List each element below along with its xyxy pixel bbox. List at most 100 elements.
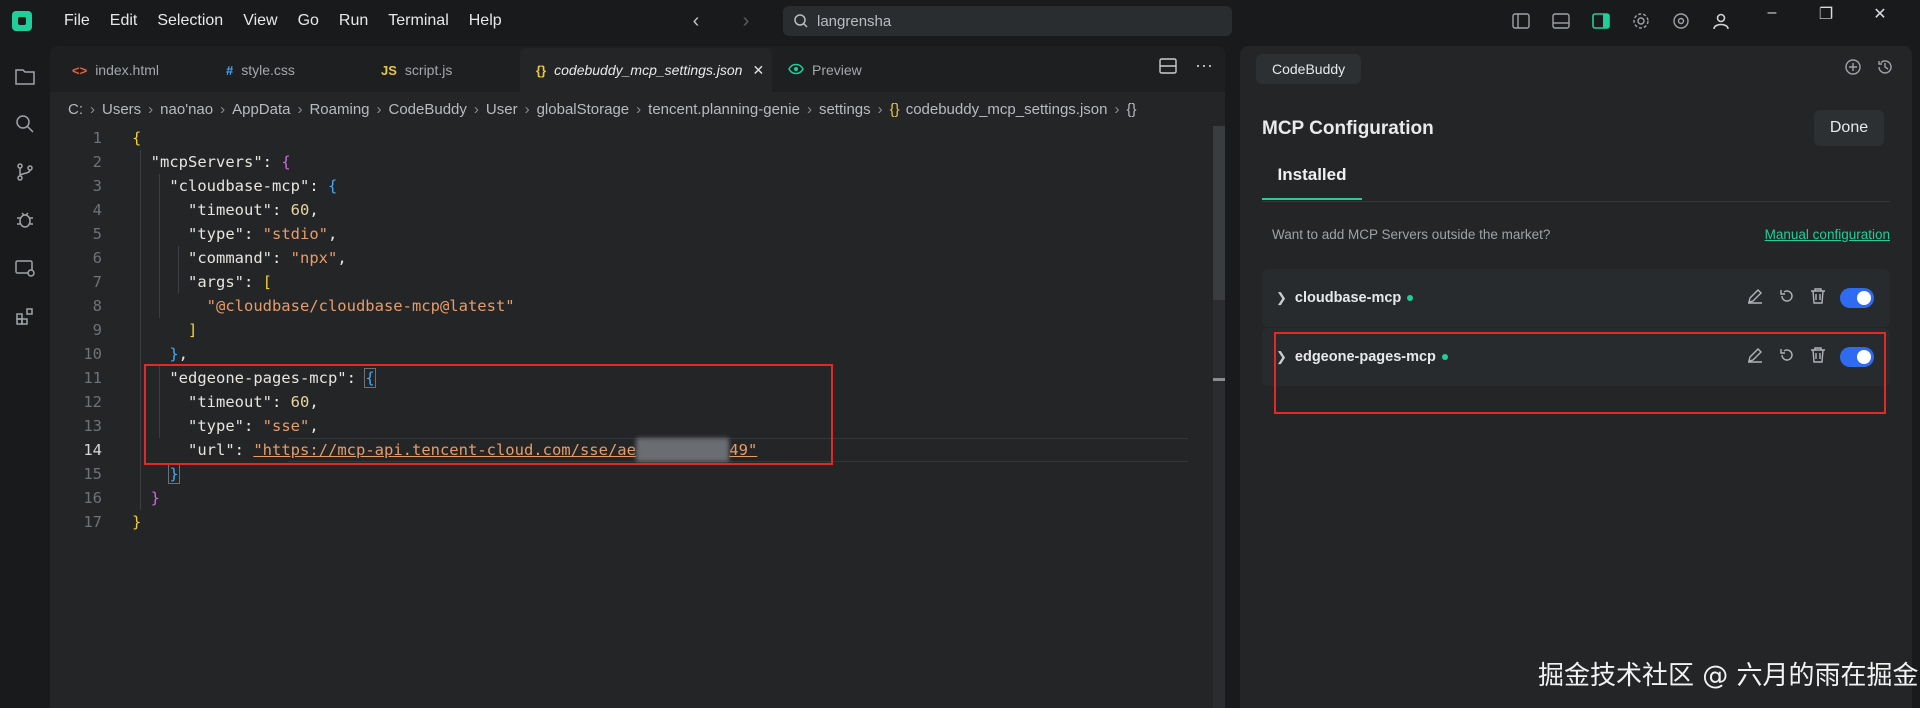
status-dot [1407, 295, 1414, 301]
toggle-secondary-sidebar-icon[interactable] [1590, 10, 1612, 32]
breadcrumb-item[interactable]: Users [102, 101, 141, 118]
page-title: MCP Configuration [1262, 118, 1434, 139]
watermark: 掘金技术社区 @ 六月的雨在掘金 [1538, 661, 1919, 691]
restart-icon[interactable] [1778, 287, 1796, 309]
code-line: 6 "command": "npx", [92, 249, 347, 267]
editor-scrollbar[interactable] [1213, 126, 1225, 708]
search-sidebar-icon[interactable] [0, 100, 50, 148]
more-actions-icon[interactable]: ··· [1195, 56, 1213, 78]
settings-gear-icon[interactable] [1630, 10, 1652, 32]
highlight-box-edgeone-server [1274, 332, 1886, 414]
code-line: 4 "timeout": 60, [92, 201, 319, 219]
breadcrumb-item[interactable]: CodeBuddy [389, 101, 467, 118]
tab-divider [1262, 201, 1890, 202]
code-line: 5 "type": "stdio", [92, 225, 338, 243]
history-icon[interactable] [1876, 58, 1894, 80]
tab-label: script.js [404, 62, 453, 78]
extensions-icon[interactable] [0, 292, 50, 340]
highlight-box-edgeone-config [144, 364, 833, 465]
minimize-icon[interactable]: – [1762, 4, 1782, 24]
breadcrumb-item[interactable]: nao'nao [160, 101, 213, 118]
tab-script-js[interactable]: JS script.js [365, 48, 520, 92]
debug-icon[interactable] [0, 196, 50, 244]
menu-run[interactable]: Run [329, 0, 378, 42]
explorer-icon[interactable] [0, 52, 50, 100]
menu-edit[interactable]: Edit [100, 0, 148, 42]
manual-configuration-link[interactable]: Manual configuration [1765, 227, 1890, 242]
server-name: cloudbase-mcp [1294, 290, 1402, 306]
close-window-icon[interactable]: ✕ [1870, 4, 1890, 24]
menu-terminal[interactable]: Terminal [378, 0, 458, 42]
breadcrumb-item[interactable]: Roaming [309, 101, 369, 118]
breadcrumb-item[interactable]: User [486, 101, 518, 118]
restore-icon[interactable]: ❐ [1816, 4, 1836, 24]
scrollbar-cursor-marker [1213, 378, 1225, 381]
code-line: 10 }, [83, 345, 189, 363]
breadcrumb-item[interactable]: {} [1126, 101, 1136, 118]
menu-go[interactable]: Go [288, 0, 329, 42]
breadcrumb-item[interactable]: AppData [232, 101, 290, 118]
mcp-server-row[interactable]: ❯ cloudbase-mcp [1262, 269, 1890, 327]
remote-explorer-icon[interactable] [0, 244, 50, 292]
menu-file[interactable]: File [54, 0, 100, 42]
breadcrumb-item[interactable]: codebuddy_mcp_settings.json [906, 101, 1108, 118]
menu-help[interactable]: Help [459, 0, 512, 42]
browser-icon[interactable] [1670, 10, 1692, 32]
breadcrumb-item[interactable]: settings [819, 101, 871, 118]
code-line: 1{ [92, 129, 142, 147]
tab-label: style.css [241, 62, 295, 78]
scrollbar-thumb[interactable] [1213, 126, 1225, 300]
search-value: langrensha [817, 12, 892, 30]
activity-bar [0, 42, 50, 708]
search-icon [794, 14, 808, 28]
code-line: 16 } [83, 489, 161, 507]
breadcrumb-item[interactable]: globalStorage [537, 101, 630, 118]
menu-view[interactable]: View [233, 0, 287, 42]
app-logo-icon [12, 11, 32, 31]
editor-tabs: <> index.html # style.css JS script.js {… [50, 46, 1225, 92]
command-search-input[interactable]: langrensha [783, 6, 1232, 36]
toggle-primary-sidebar-icon[interactable] [1510, 10, 1532, 32]
breadcrumb-item[interactable]: tencent.planning-genie [648, 101, 800, 118]
server-enabled-toggle[interactable] [1840, 288, 1874, 308]
split-editor-icon[interactable] [1159, 58, 1177, 78]
edit-icon[interactable] [1746, 287, 1764, 309]
json-file-icon: {} [889, 100, 900, 118]
close-tab-icon[interactable]: ✕ [752, 62, 764, 79]
code-line: 15 } [83, 464, 180, 484]
tab-index-html[interactable]: <> index.html [50, 48, 210, 92]
code-line: 17} [83, 513, 142, 531]
title-bar: File Edit Selection View Go Run Terminal… [0, 0, 1920, 42]
source-control-icon[interactable] [0, 148, 50, 196]
done-button[interactable]: Done [1814, 110, 1884, 146]
tab-label: index.html [95, 62, 159, 78]
code-line: 7 "args": [ [92, 273, 273, 291]
eye-icon [788, 63, 804, 78]
tab-style-css[interactable]: # style.css [210, 48, 365, 92]
code-line: 3 "cloudbase-mcp": { [92, 177, 338, 195]
new-chat-icon[interactable] [1844, 58, 1862, 80]
breadcrumb: C: › Users › nao'nao › AppData › Roaming › Co… [68, 100, 1137, 118]
css-file-icon: # [226, 62, 234, 78]
tab-preview[interactable]: Preview [772, 48, 902, 92]
html-file-icon: <> [72, 62, 88, 78]
tab-installed[interactable]: Installed [1262, 150, 1362, 200]
tab-codebuddy-mcp-settings-json[interactable]: {} codebuddy_mcp_settings.json ✕ [520, 48, 772, 92]
menu-selection[interactable]: Selection [147, 0, 233, 42]
editor-area: <> index.html # style.css JS script.js {… [50, 46, 1225, 708]
code-line: 8 "@cloudbase/cloudbase-mcp@latest" [92, 297, 515, 315]
account-icon[interactable] [1710, 10, 1732, 32]
toggle-panel-icon[interactable] [1550, 10, 1572, 32]
back-arrow-icon[interactable]: ‹ [686, 10, 706, 32]
breadcrumb-item[interactable]: C: [68, 101, 83, 118]
code-line: 2 "mcpServers": { [92, 153, 291, 171]
codebuddy-panel: CodeBuddy MCP Configuration Done Install… [1240, 46, 1912, 708]
code-line: 9 ] [92, 321, 198, 339]
chevron-right-icon[interactable]: ❯ [1276, 290, 1287, 306]
code-editor[interactable]: 1{ 2 "mcpServers": { 3 "cloudbase-mcp": … [50, 126, 1225, 534]
forward-arrow-icon[interactable]: › [736, 10, 756, 32]
panel-tab-codebuddy[interactable]: CodeBuddy [1256, 54, 1362, 84]
add-servers-hint: Want to add MCP Servers outside the mark… [1272, 227, 1551, 242]
delete-icon[interactable] [1810, 287, 1826, 309]
json-file-icon: {} [536, 62, 547, 78]
